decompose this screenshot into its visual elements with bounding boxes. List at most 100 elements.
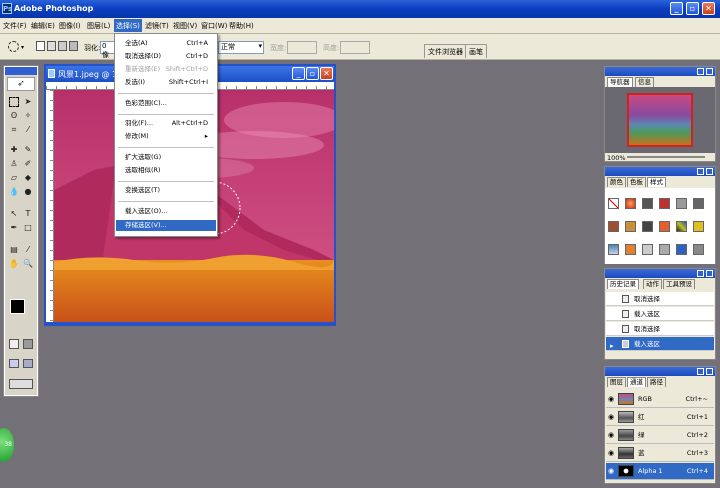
elliptical-marquee-preset-icon[interactable] (8, 41, 19, 52)
floating-assistant-icon[interactable]: 38 (0, 428, 14, 462)
style-swatch[interactable] (625, 244, 636, 255)
style-select[interactable]: 正常 ▾ (218, 41, 264, 54)
menu-image[interactable]: 图像(I) (59, 21, 81, 31)
doc-maximize-button[interactable]: ▫ (306, 67, 319, 80)
chevron-down-icon[interactable]: ▾ (21, 44, 24, 51)
palette-minimize-button[interactable] (697, 168, 704, 175)
add-selection-icon[interactable] (47, 41, 56, 51)
menu-filter[interactable]: 滤镜(T) (145, 21, 169, 31)
menu-help[interactable]: 帮助(H) (229, 21, 254, 31)
type-tool-icon[interactable]: T (23, 209, 33, 219)
history-brush-icon[interactable]: ✐ (23, 159, 33, 169)
palette-close-button[interactable] (706, 270, 713, 277)
menu-view[interactable]: 视图(V) (173, 21, 197, 31)
style-swatch[interactable] (659, 221, 670, 232)
dodge-tool-icon[interactable]: ● (23, 187, 33, 197)
tab-file-browser[interactable]: 文件浏览器 (424, 44, 467, 58)
eyedropper-icon[interactable]: ⁄ (23, 245, 33, 255)
style-swatch[interactable] (642, 244, 653, 255)
palette-minimize-button[interactable] (697, 270, 704, 277)
menu-item-transform-selection[interactable]: 变换选区(T) (116, 185, 216, 196)
zoom-slider[interactable] (627, 156, 705, 158)
tab-channels[interactable]: 通道 (627, 377, 646, 387)
adobe-feather-icon[interactable]: ➶ (7, 77, 35, 91)
height-input[interactable] (340, 41, 370, 54)
style-swatch[interactable] (608, 221, 619, 232)
eye-icon[interactable]: ◉ (608, 409, 614, 426)
menu-file[interactable]: 文件(F) (3, 21, 27, 31)
standard-mode-icon[interactable] (9, 339, 19, 349)
notes-tool-icon[interactable]: ▤ (9, 245, 19, 255)
style-swatch[interactable] (608, 244, 619, 255)
channel-row[interactable]: ◉ 蓝 Ctrl+3 (606, 445, 714, 462)
tab-history[interactable]: 历史记录 (607, 279, 639, 289)
doc-close-button[interactable]: ✕ (320, 67, 333, 80)
tab-actions[interactable]: 动作 (643, 279, 662, 289)
eye-icon[interactable]: ◉ (608, 445, 614, 462)
lasso-tool-icon[interactable]: ʘ (9, 111, 19, 121)
tab-info[interactable]: 信息 (635, 77, 654, 87)
menu-window[interactable]: 窗口(W) (201, 21, 227, 31)
history-item[interactable]: 载入选区 (606, 307, 714, 321)
eye-icon[interactable]: ◉ (608, 427, 614, 444)
menu-item-select-all[interactable]: 全选(A) Ctrl+A (116, 38, 216, 49)
palette-close-button[interactable] (706, 368, 713, 375)
menu-layer[interactable]: 图层(L) (87, 21, 110, 31)
subtract-selection-icon[interactable] (58, 41, 67, 51)
style-swatch[interactable] (676, 221, 687, 232)
new-selection-icon[interactable] (36, 41, 45, 51)
maximize-button[interactable]: ▫ (686, 2, 699, 15)
menu-item-save-selection[interactable]: 存储选区(V)... (116, 220, 216, 231)
tab-tool-presets[interactable]: 工具预设 (663, 279, 695, 289)
marquee-tool-icon[interactable] (9, 97, 19, 107)
menu-item-color-range[interactable]: 色彩范围(C)... (116, 98, 216, 109)
eye-icon[interactable]: ◉ (608, 391, 614, 408)
hand-tool-icon[interactable]: ✋ (9, 259, 19, 269)
zoom-value[interactable]: 100% (607, 154, 626, 162)
channel-row[interactable]: ◉ 红 Ctrl+1 (606, 409, 714, 426)
style-swatch[interactable] (625, 221, 636, 232)
style-swatch[interactable] (642, 221, 653, 232)
tab-swatches[interactable]: 色板 (627, 177, 646, 187)
style-swatch[interactable] (642, 198, 653, 209)
jump-to-imageready-icon[interactable] (9, 379, 33, 389)
menu-edit[interactable]: 编辑(E) (31, 21, 55, 31)
menu-item-modify[interactable]: 修改(M) ▸ (116, 131, 216, 142)
tab-styles[interactable]: 样式 (647, 177, 666, 187)
zoom-tool-icon[interactable]: 🔍 (23, 259, 33, 269)
shape-tool-icon[interactable]: □ (23, 223, 33, 233)
channel-row[interactable]: ◉ Alpha 1 Ctrl+4 (606, 463, 714, 480)
channel-row[interactable]: ◉ 绿 Ctrl+2 (606, 427, 714, 444)
paint-bucket-icon[interactable]: ◆ (23, 173, 33, 183)
width-input[interactable] (287, 41, 317, 54)
palette-close-button[interactable] (706, 168, 713, 175)
style-swatch[interactable] (676, 198, 687, 209)
crop-tool-icon[interactable]: ⌗ (9, 125, 19, 135)
tab-brushes[interactable]: 画笔 (465, 44, 487, 58)
tab-color[interactable]: 颜色 (607, 177, 626, 187)
brush-tool-icon[interactable]: ✎ (23, 145, 33, 155)
menu-item-deselect[interactable]: 取消选择(D) Ctrl+D (116, 51, 216, 62)
eraser-tool-icon[interactable]: ▱ (9, 173, 19, 183)
style-swatch-none[interactable] (608, 198, 619, 209)
style-swatch[interactable] (659, 244, 670, 255)
move-tool-icon[interactable]: ➤ (23, 97, 33, 107)
intersect-selection-icon[interactable] (69, 41, 78, 51)
screen-mode-full-icon[interactable] (23, 359, 33, 368)
blur-tool-icon[interactable]: 💧 (9, 187, 19, 197)
slice-tool-icon[interactable]: ⁄ (23, 125, 33, 135)
palette-minimize-button[interactable] (697, 68, 704, 75)
close-button[interactable]: ✕ (702, 2, 715, 15)
menu-item-feather[interactable]: 羽化(F)... Alt+Ctrl+D (116, 118, 216, 129)
channel-row[interactable]: ◉ RGB Ctrl+~ (606, 391, 714, 408)
tab-paths[interactable]: 路径 (647, 377, 666, 387)
menu-item-load-selection[interactable]: 载入选区(O)... (116, 206, 216, 217)
healing-brush-icon[interactable]: ✚ (9, 145, 19, 155)
quickmask-mode-icon[interactable] (23, 339, 33, 349)
tab-layers[interactable]: 图层 (607, 377, 626, 387)
clone-stamp-icon[interactable]: ♙ (9, 159, 19, 169)
magic-wand-icon[interactable]: ✧ (23, 111, 33, 121)
style-swatch[interactable] (676, 244, 687, 255)
foreground-color-swatch[interactable] (10, 299, 25, 314)
style-swatch[interactable] (693, 244, 704, 255)
